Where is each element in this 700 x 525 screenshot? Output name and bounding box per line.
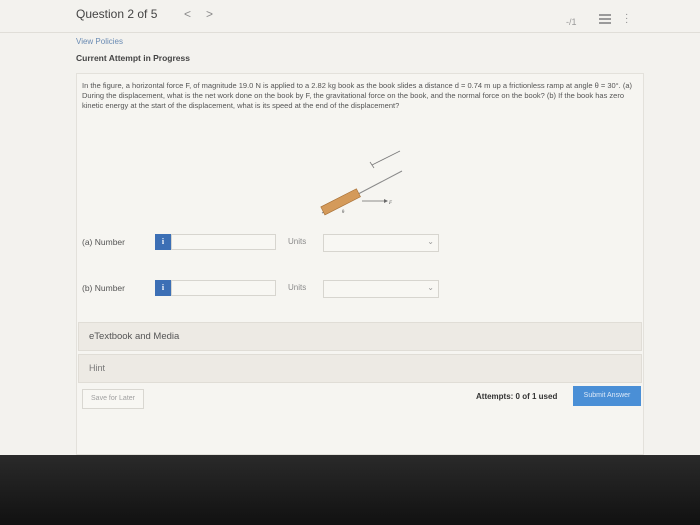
force-label: F <box>388 201 393 206</box>
number-input-b[interactable] <box>171 280 276 296</box>
units-select-a[interactable]: ⌄ <box>323 234 439 252</box>
info-icon[interactable]: i <box>155 234 171 250</box>
more-vertical-icon[interactable]: · · · <box>625 10 628 28</box>
chevron-left-icon[interactable]: < <box>184 7 191 21</box>
save-for-later-button[interactable]: Save for Later <box>82 389 144 409</box>
displacement-arrow <box>371 150 401 166</box>
attempts-counter: Attempts: 0 of 1 used <box>476 392 558 401</box>
displacement-tick <box>369 161 375 169</box>
answer-row-a: (a) Number i Units ⌄ <box>82 232 442 254</box>
force-arrowhead <box>384 199 388 203</box>
part-a-label: (a) Number <box>82 237 125 247</box>
question-counter: Question 2 of 5 <box>76 7 158 21</box>
question-score: -/1 <box>566 17 577 27</box>
units-label-a: Units <box>288 237 307 246</box>
chevron-right-icon[interactable]: > <box>206 7 213 21</box>
monitor-bezel <box>0 455 700 525</box>
etextbook-media-label: eTextbook and Media <box>89 331 180 342</box>
submit-answer-button[interactable]: Submit Answer <box>573 386 641 406</box>
view-policies-link[interactable]: View Policies <box>76 37 123 46</box>
answer-row-b: (b) Number i Units ⌄ <box>82 278 442 300</box>
ramp-figure: F θ <box>320 150 403 216</box>
chevron-down-icon: ⌄ <box>427 283 434 292</box>
problem-card <box>76 73 644 455</box>
angle-label: θ <box>342 210 345 215</box>
chevron-down-icon: ⌄ <box>427 237 434 246</box>
hint-panel[interactable]: Hint <box>78 354 642 383</box>
book <box>320 188 361 216</box>
info-icon[interactable]: i <box>155 280 171 296</box>
attempt-status: Current Attempt in Progress <box>76 53 190 63</box>
part-b-label: (b) Number <box>82 283 125 293</box>
question-header: Question 2 of 5 < > -/1 · · · <box>0 0 700 33</box>
hint-label: Hint <box>89 363 106 373</box>
number-input-a[interactable] <box>171 234 276 250</box>
units-select-b[interactable]: ⌄ <box>323 280 439 298</box>
etextbook-media-panel[interactable]: eTextbook and Media <box>78 322 642 351</box>
quiz-screen: Question 2 of 5 < > -/1 · · · View Policie… <box>0 0 700 455</box>
list-icon[interactable] <box>599 14 611 26</box>
units-label-b: Units <box>288 283 307 292</box>
question-text: In the figure, a horizontal force F, of … <box>82 81 632 110</box>
